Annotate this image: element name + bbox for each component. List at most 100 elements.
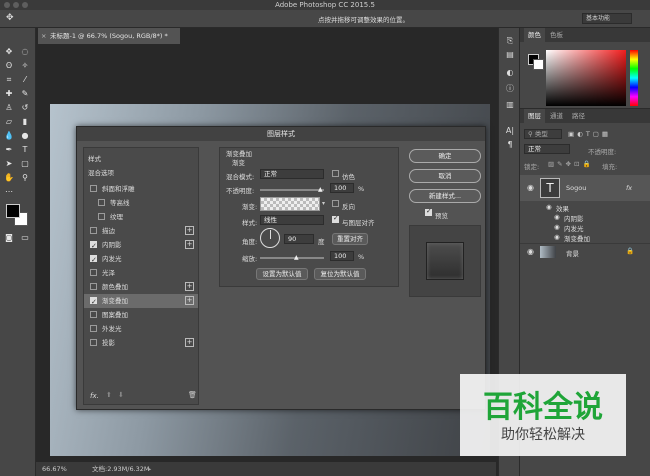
style-row[interactable]: 内发光 [84,252,198,267]
layer-filter-select[interactable]: ⚲ 类型 [524,129,562,139]
path-selection-tool-icon[interactable]: ➤ [2,158,16,170]
clone-stamp-tool-icon[interactable]: ♙ [2,102,16,114]
style-row[interactable]: 描边 + [84,224,198,238]
style-row[interactable]: 纹理 [84,210,198,224]
effects-row[interactable]: ◉ 效果 [520,203,650,213]
properties-panel-icon[interactable]: ▤ [504,50,516,60]
style-checkbox[interactable] [90,339,97,346]
tab-paths[interactable]: 路径 [568,109,589,123]
document-tab[interactable]: × 未标题-1 @ 66.7% (Sogou, RGB/8*) * [38,28,180,44]
layer-name[interactable]: 背景 [566,248,579,258]
make-default-button[interactable]: 设置为默认值 [256,268,308,280]
character-panel-icon[interactable]: A| [504,126,516,136]
style-checkbox[interactable] [90,311,97,318]
reset-align-button[interactable]: 重置对齐 [332,233,368,245]
pen-tool-icon[interactable]: ✒ [2,144,16,156]
more-tools-icon[interactable]: ⋯ [2,186,16,198]
angle-input[interactable]: 90 [284,234,314,244]
move-up-icon[interactable]: ⬆ [106,391,112,399]
add-style-icon[interactable]: + [185,240,194,249]
paragraph-panel-icon[interactable]: ¶ [504,140,516,150]
zoom-window-button[interactable] [22,2,28,8]
style-row[interactable]: 等高线 [84,196,198,210]
style-row[interactable]: 图案叠加 [84,308,198,322]
opacity-slider[interactable] [260,189,324,191]
libraries-panel-icon[interactable]: ▥ [504,100,516,110]
status-arrow-icon[interactable]: ▸ [148,462,151,476]
style-row[interactable]: 颜色叠加 + [84,280,198,294]
close-tab-icon[interactable]: × [41,28,46,44]
layer-row-background[interactable]: ◉ 背景 🔒 [520,243,650,259]
blend-mode-select[interactable]: 正常 [260,169,324,179]
preview-checkbox[interactable] [425,207,432,216]
healing-brush-tool-icon[interactable]: ✚ [2,88,16,100]
eraser-tool-icon[interactable]: ▱ [2,116,16,128]
style-row[interactable]: 渐变叠加 + [84,294,198,309]
add-style-icon[interactable]: + [185,282,194,291]
tab-channels[interactable]: 通道 [546,109,567,123]
move-tool-icon[interactable]: ✥ [2,46,16,58]
style-checkbox[interactable] [90,185,97,192]
move-tool-icon[interactable]: ✥ [6,13,14,23]
tab-color[interactable]: 颜色 [524,28,545,42]
gradient-picker[interactable] [260,197,320,211]
workspace-select[interactable]: 基本功能 [582,13,632,24]
fx-badge[interactable]: fx [626,184,632,192]
blur-tool-icon[interactable]: 💧 [2,130,16,142]
zoom-level[interactable]: 66.67% [42,462,67,476]
layer-filter-icons[interactable]: ▣◐T▢▦ [568,130,611,138]
style-checkbox[interactable] [90,269,97,276]
zoom-tool-icon[interactable]: ⚲ [18,172,32,184]
blending-options[interactable]: 混合选项 [84,166,198,180]
style-checkbox[interactable] [90,325,97,332]
trash-icon[interactable]: 🗑 [188,391,197,399]
scale-input[interactable]: 100 [330,251,354,261]
dodge-tool-icon[interactable]: ● [18,130,32,142]
style-row[interactable]: 光泽 [84,266,198,280]
magic-wand-tool-icon[interactable]: ✧ [18,60,32,72]
adjustments-panel-icon[interactable]: ◐ [504,68,516,78]
style-checkbox[interactable] [90,283,97,290]
reverse-checkbox[interactable] [332,200,339,207]
layer-row-sogou[interactable]: ◉ T Sogou fx [520,175,650,201]
style-checkbox[interactable] [90,239,97,253]
foreground-color-swatch-top[interactable] [6,204,20,218]
cancel-button[interactable]: 取消 [409,169,481,183]
screen-mode-icon[interactable]: ▭ [18,232,32,244]
move-down-icon[interactable]: ⬇ [118,391,124,399]
tab-layers[interactable]: 图层 [524,109,545,123]
style-checkbox[interactable] [90,253,97,267]
new-style-button[interactable]: 新建样式... [409,189,481,203]
effect-row-inner-shadow[interactable]: ◉ 内阴影 [520,213,650,223]
angle-dial[interactable] [260,228,280,248]
lock-icons[interactable]: ▨✎✥⊡🔒 [548,160,594,168]
info-panel-icon[interactable]: ⓘ [504,84,516,94]
hue-slider[interactable] [630,50,638,106]
ok-button[interactable]: 确定 [409,149,481,163]
close-window-button[interactable] [4,2,10,8]
fx-menu-icon[interactable]: fx. [90,392,99,400]
opacity-slider-thumb[interactable]: ▲ [318,186,323,193]
minimize-window-button[interactable] [13,2,19,8]
rectangle-tool-icon[interactable]: ▢ [18,158,32,170]
style-row[interactable]: 投影 + [84,336,198,350]
style-checkbox[interactable] [98,199,105,206]
brush-tool-icon[interactable]: ✎ [18,88,32,100]
style-row[interactable]: 斜面和浮雕 [84,182,198,196]
quick-mask-icon[interactable]: ◙ [2,232,16,244]
layer-blend-select[interactable]: 正常 [524,144,570,154]
reset-default-button[interactable]: 复位为默认值 [314,268,366,280]
style-checkbox[interactable] [98,213,105,220]
hand-tool-icon[interactable]: ✋ [2,172,16,184]
crop-tool-icon[interactable]: ⌗ [2,74,16,86]
gradient-tool-icon[interactable]: ▮ [18,116,32,128]
visibility-eye-icon[interactable]: ◉ [527,183,534,192]
gradient-style-select[interactable]: 线性 [260,215,324,225]
tab-swatches[interactable]: 色板 [546,28,567,42]
type-tool-icon[interactable]: T [18,144,32,156]
layer-name[interactable]: Sogou [566,184,586,192]
add-style-icon[interactable]: + [185,338,194,347]
align-layer-checkbox[interactable] [332,214,339,223]
history-panel-icon[interactable]: ⎘ [504,36,516,46]
gradient-dropdown-icon[interactable]: ▾ [322,200,325,207]
